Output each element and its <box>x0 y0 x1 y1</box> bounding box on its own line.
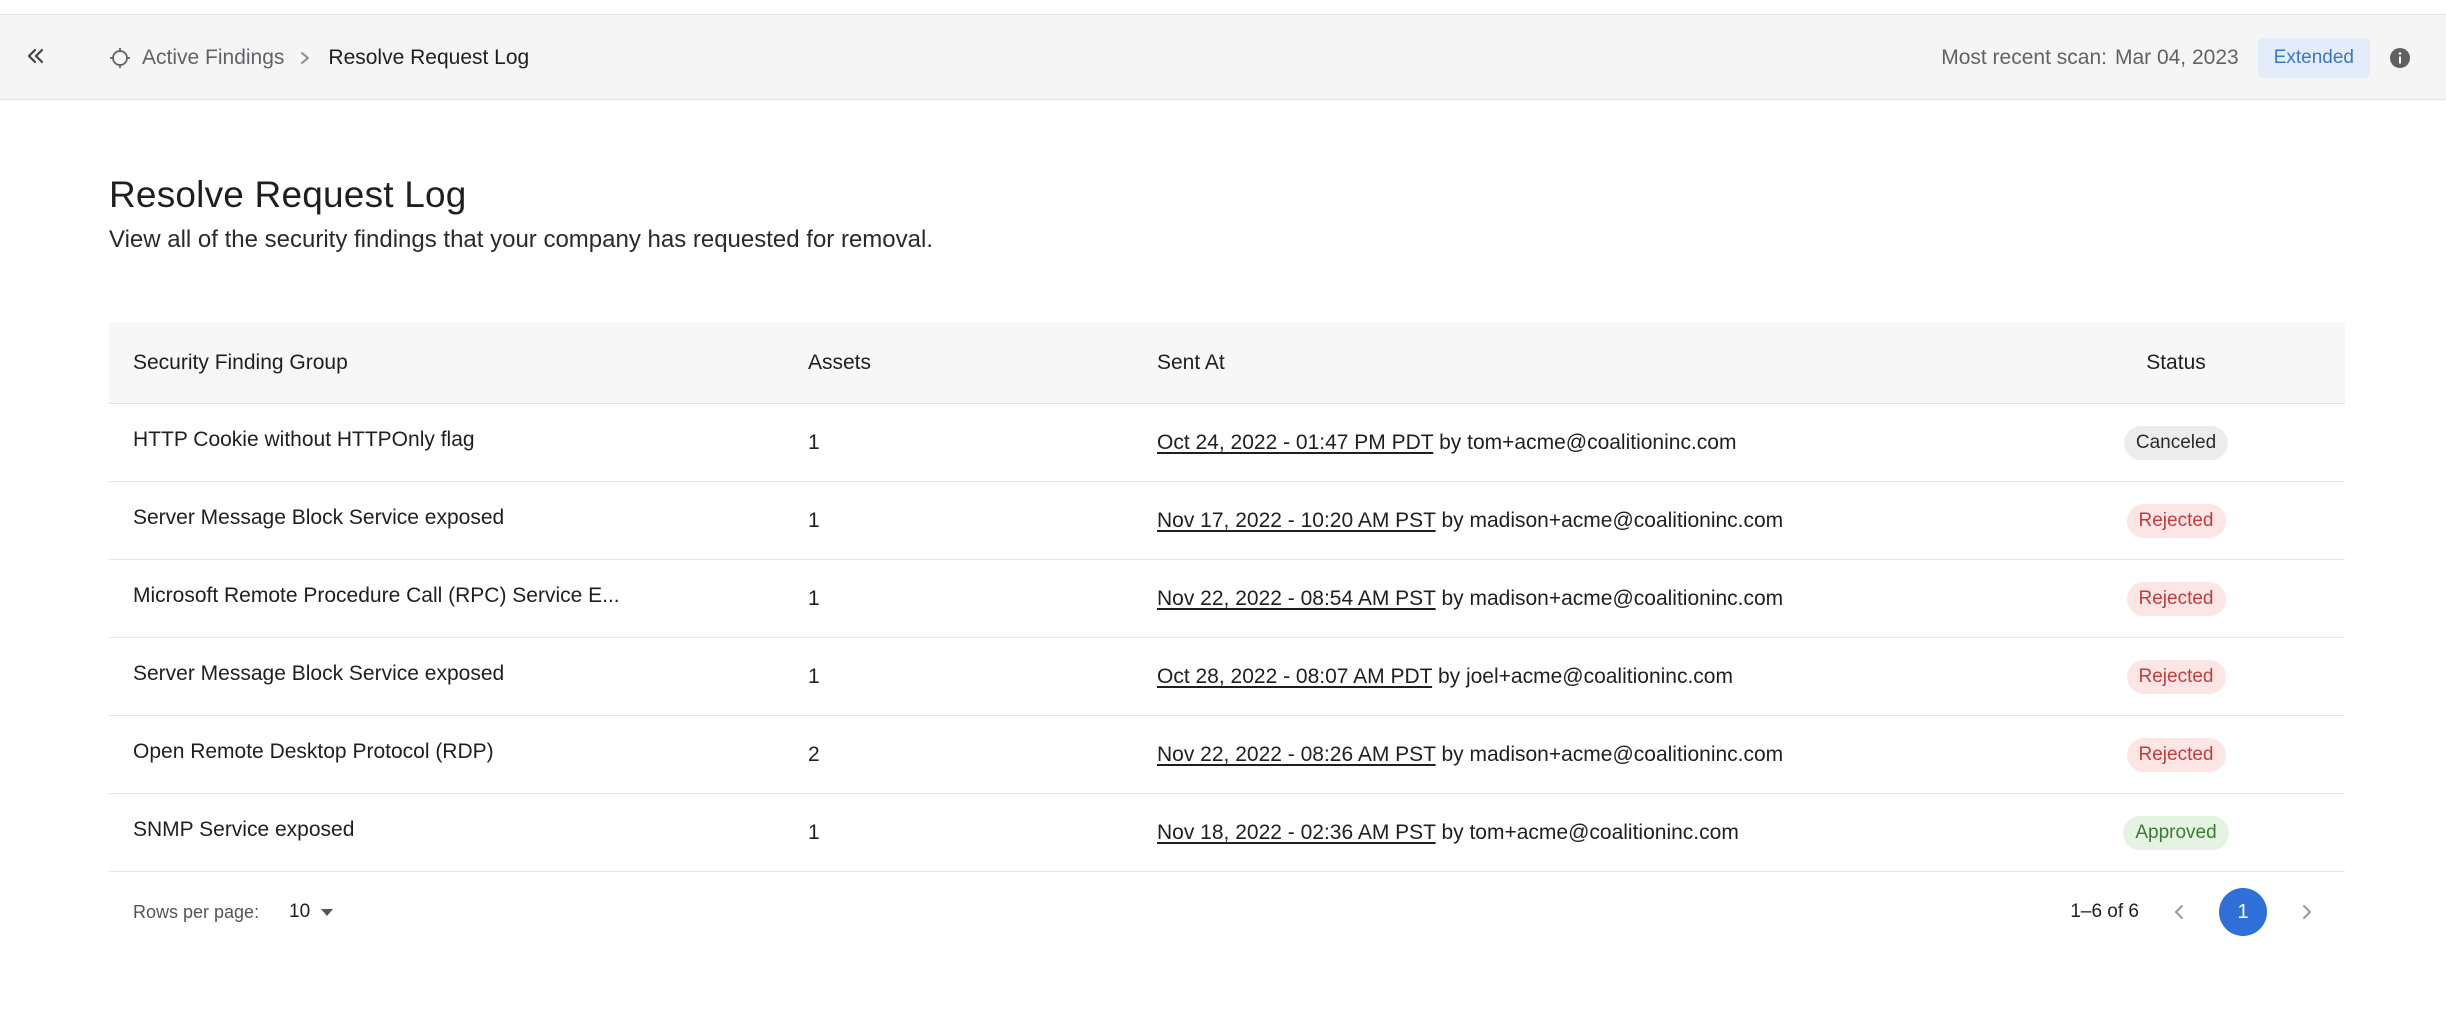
breadcrumb: Active Findings Resolve Request Log <box>108 15 529 100</box>
collapse-sidebar-button[interactable] <box>20 41 50 71</box>
cell-assets: 1 <box>808 664 820 688</box>
info-icon[interactable] <box>2389 47 2411 69</box>
finding-group-name: Server Message Block Service exposed <box>133 505 505 529</box>
cell-status: Rejected <box>2102 659 2345 694</box>
cell-assets: 2 <box>808 742 820 766</box>
scan-type-badge: Extended <box>2257 37 2370 78</box>
cell-status: Rejected <box>2102 581 2345 616</box>
table-header: Security Finding Group Assets Sent At St… <box>109 322 2345 404</box>
cell-finding-group: Server Message Block Service exposed <box>109 506 808 536</box>
pager: 1–6 of 6 1 <box>2070 888 2325 936</box>
breadcrumb-root-label: Active Findings <box>142 45 285 69</box>
top-strip <box>0 0 2446 15</box>
sent-by: by tom+acme@coalitioninc.com <box>1441 820 1739 844</box>
main-content: Resolve Request Log View all of the secu… <box>109 100 2345 936</box>
resolve-request-table: Security Finding Group Assets Sent At St… <box>109 322 2345 952</box>
finding-group-name: Server Message Block Service exposed <box>133 661 505 685</box>
cell-status: Rejected <box>2102 737 2345 772</box>
table-pagination: Rows per page: 10 1–6 of 6 1 <box>109 872 2345 952</box>
rows-per-page-label: Rows per page: <box>133 901 260 922</box>
cell-assets: 1 <box>808 820 820 844</box>
table-row[interactable]: SNMP Service exposed 1 Nov 18, 2022 - 02:3… <box>109 794 2345 872</box>
cell-status: Approved <box>2102 815 2345 850</box>
cell-assets: 1 <box>808 586 820 610</box>
column-header-status[interactable]: Status <box>2102 351 2345 375</box>
status-badge: Rejected <box>2126 659 2226 694</box>
sent-by: by madison+acme@coalitioninc.com <box>1441 508 1784 532</box>
cell-finding-group: HTTP Cookie without HTTPOnly flag <box>109 428 808 458</box>
rows-per-page-value: 10 <box>289 901 311 922</box>
sent-by: by madison+acme@coalitioninc.com <box>1441 586 1784 610</box>
breadcrumb-active-findings[interactable]: Active Findings <box>108 46 284 70</box>
cell-sent-at: Nov 22, 2022 - 08:54 AM PST by madison+a… <box>1157 587 2102 611</box>
page-button-1[interactable]: 1 <box>2219 888 2267 936</box>
sent-at-link[interactable]: Nov 22, 2022 - 08:26 AM PST <box>1157 743 1436 766</box>
crosshair-icon <box>110 47 130 68</box>
cell-assets: 1 <box>808 430 820 454</box>
status-badge: Rejected <box>2126 737 2226 772</box>
page-title: Resolve Request Log <box>109 174 467 215</box>
pagination-range: 1–6 of 6 <box>2070 901 2139 922</box>
status-badge: Rejected <box>2126 503 2226 538</box>
page-subtitle: View all of the security findings that y… <box>109 226 933 253</box>
sent-by: by joel+acme@coalitioninc.com <box>1437 664 1733 688</box>
scan-date: Mar 04, 2023 <box>2114 45 2239 69</box>
cell-finding-group: Open Remote Desktop Protocol (RDP) <box>109 740 808 770</box>
cell-finding-group: Server Message Block Service exposed <box>109 662 808 692</box>
cell-status: Rejected <box>2102 503 2345 538</box>
cell-status: Canceled <box>2102 425 2345 460</box>
column-header-sent-at[interactable]: Sent At <box>1157 351 2102 375</box>
scan-info: Most recent scan: Mar 04, 2023 Extended <box>1941 15 2446 100</box>
sent-by: by madison+acme@coalitioninc.com <box>1441 742 1784 766</box>
sent-at-link[interactable]: Nov 22, 2022 - 08:54 AM PST <box>1157 587 1436 610</box>
table-row[interactable]: Server Message Block Service exposed 1 Nov… <box>109 482 2345 560</box>
collapse-sidebar-icon <box>27 48 44 64</box>
rows-per-page-select[interactable]: 10 <box>289 901 334 923</box>
sent-at-link[interactable]: Nov 17, 2022 - 10:20 AM PST <box>1157 509 1436 532</box>
sent-at-link[interactable]: Oct 24, 2022 - 01:47 PM PDT <box>1157 431 1433 454</box>
previous-page-button[interactable] <box>2161 894 2197 930</box>
finding-group-name: Microsoft Remote Procedure Call (RPC) Se… <box>133 583 620 607</box>
column-header-assets[interactable]: Assets <box>808 351 1157 375</box>
table-row[interactable]: HTTP Cookie without HTTPOnly flag 1 Oct 24… <box>109 404 2345 482</box>
cell-sent-at: Oct 24, 2022 - 01:47 PM PDT by tom+acme@… <box>1157 431 2102 455</box>
scan-label: Most recent scan: <box>1941 45 2107 69</box>
column-header-status-label: Status <box>2146 350 2206 374</box>
status-badge: Rejected <box>2126 581 2226 616</box>
cell-sent-at: Nov 18, 2022 - 02:36 AM PST by tom+acme@… <box>1157 821 2102 845</box>
cell-sent-at: Nov 17, 2022 - 10:20 AM PST by madison+a… <box>1157 509 2102 533</box>
chevron-right-icon <box>298 51 312 65</box>
finding-group-name: Open Remote Desktop Protocol (RDP) <box>133 739 494 763</box>
cell-finding-group: SNMP Service exposed <box>109 818 808 848</box>
cell-assets: 1 <box>808 508 820 532</box>
cell-finding-group: Microsoft Remote Procedure Call (RPC) Se… <box>109 584 808 614</box>
status-badge: Canceled <box>2123 425 2229 460</box>
caret-down-icon <box>321 909 334 916</box>
chevron-left-icon <box>2175 905 2183 919</box>
table-row[interactable]: Microsoft Remote Procedure Call (RPC) Se… <box>109 560 2345 638</box>
sent-at-link[interactable]: Oct 28, 2022 - 08:07 AM PDT <box>1157 665 1432 688</box>
finding-group-name: SNMP Service exposed <box>133 817 355 841</box>
cell-sent-at: Oct 28, 2022 - 08:07 AM PDT by joel+acme… <box>1157 665 2102 689</box>
finding-group-name: HTTP Cookie without HTTPOnly flag <box>133 427 475 451</box>
table-body: HTTP Cookie without HTTPOnly flag 1 Oct 24… <box>109 404 2345 872</box>
chevron-right-icon <box>2303 905 2311 919</box>
page-header: Active Findings Resolve Request Log Most… <box>0 15 2446 100</box>
column-header-group[interactable]: Security Finding Group <box>109 351 808 375</box>
table-row[interactable]: Open Remote Desktop Protocol (RDP) 2 Nov 2… <box>109 716 2345 794</box>
status-badge: Approved <box>2123 815 2229 850</box>
table-row[interactable]: Server Message Block Service exposed 1 Oct… <box>109 638 2345 716</box>
sent-at-link[interactable]: Nov 18, 2022 - 02:36 AM PST <box>1157 821 1436 844</box>
cell-sent-at: Nov 22, 2022 - 08:26 AM PST by madison+a… <box>1157 743 2102 767</box>
breadcrumb-current: Resolve Request Log <box>328 45 530 69</box>
sent-by: by tom+acme@coalitioninc.com <box>1439 430 1737 454</box>
next-page-button[interactable] <box>2289 894 2325 930</box>
